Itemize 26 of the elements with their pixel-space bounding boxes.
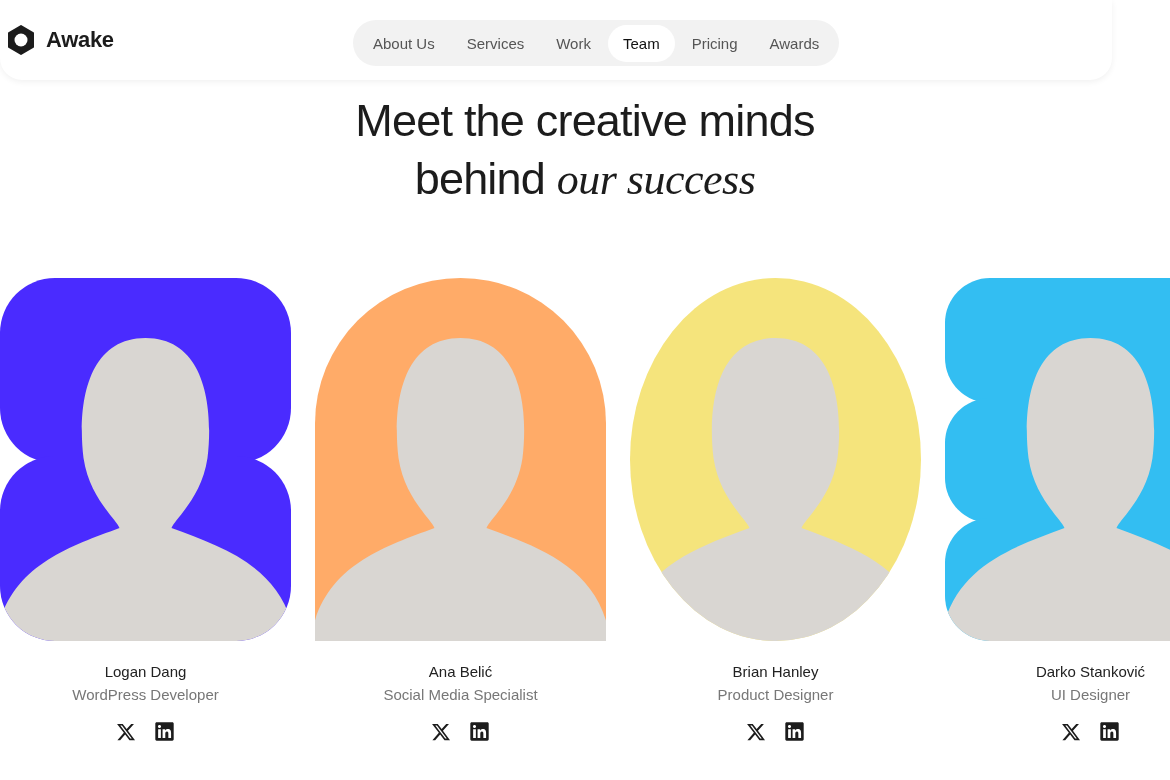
member-role: Social Media Specialist [383, 686, 538, 703]
nav-tab[interactable]: Services [451, 24, 540, 62]
member-name: Logan Dang [104, 663, 187, 680]
nav-tab[interactable]: Pricing [676, 24, 753, 62]
logo-icon [6, 25, 36, 55]
member-name: Darko Stanković [1035, 663, 1146, 680]
brand-name: Awake [46, 27, 114, 53]
nav-tab[interactable]: Awards [754, 24, 835, 62]
member-role: Product Designer [717, 686, 834, 703]
nav-tab[interactable]: About Us [358, 24, 450, 62]
page-heading: behind our success [414, 152, 756, 206]
x-icon[interactable] [1061, 721, 1081, 742]
linkedin-icon[interactable] [469, 721, 490, 742]
x-icon[interactable] [746, 721, 766, 742]
x-icon[interactable] [431, 721, 451, 742]
page-heading: Meet the creative minds [355, 94, 815, 148]
linkedin-icon[interactable] [1099, 721, 1120, 742]
nav-tab[interactable]: Team [607, 24, 675, 62]
linkedin-icon[interactable] [154, 721, 175, 742]
nav-tab[interactable]: Work [541, 24, 606, 62]
x-icon[interactable] [116, 721, 136, 742]
member-name: Brian Hanley [732, 663, 819, 680]
linkedin-icon[interactable] [784, 721, 805, 742]
member-role: WordPress Developer [72, 686, 219, 703]
member-role: UI Designer [1050, 686, 1131, 703]
member-name: Ana Belić [428, 663, 493, 680]
